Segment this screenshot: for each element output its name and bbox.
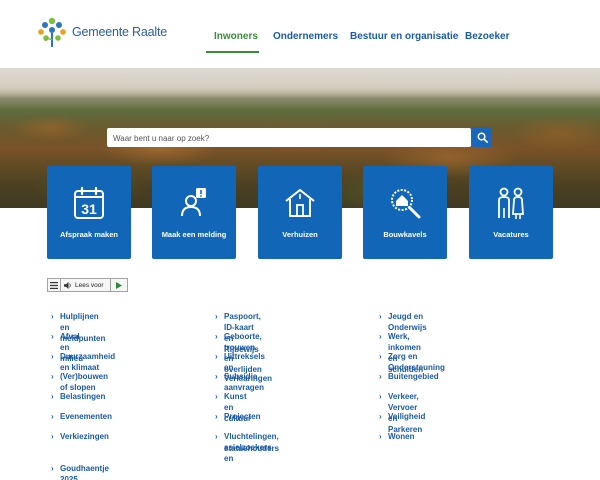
link-item-continuation[interactable]: statushouders [224,443,279,454]
chevron-right-icon: › [379,412,382,421]
chevron-right-icon: › [379,312,382,321]
chevron-right-icon: › [379,352,382,361]
chevron-right-icon: › [379,392,382,401]
tile-label: Maak een melding [161,230,227,239]
calendar-day: 31 [81,201,97,217]
nav-ondernemers[interactable]: Ondernemers [273,31,338,42]
chevron-right-icon: › [215,352,218,361]
site-header: Gemeente Raalte Inwoners Ondernemers Bes… [0,0,600,68]
search-box [107,128,471,148]
readaloud-menu-button[interactable] [48,279,61,291]
chevron-right-icon: › [215,372,218,381]
tile-vacatures[interactable]: Vacatures [469,166,553,259]
link-item[interactable]: › Buitengebied [379,371,439,382]
chevron-right-icon: › [51,332,54,341]
link-item[interactable]: › Projecten [215,411,260,422]
link-item[interactable]: › Evenementen [51,411,112,422]
readaloud-button[interactable]: Lees voor [61,279,111,291]
chevron-right-icon: › [379,332,382,341]
chevron-right-icon: › [51,464,54,473]
chevron-right-icon: › [215,392,218,401]
chevron-right-icon: › [51,372,54,381]
link-item[interactable]: › Jeugd en Onderwijs [379,311,427,333]
speaker-icon [64,281,71,289]
link-item[interactable]: › Wonen [379,431,415,442]
calendar-icon: 31 [47,186,131,222]
search-button[interactable] [472,127,492,147]
chevron-right-icon: › [379,372,382,381]
link-item[interactable]: › Zorg en Ondersteuning [379,351,445,373]
search-input[interactable] [107,129,471,148]
link-item[interactable]: › Belastingen [51,391,105,402]
readaloud-widget: Lees voor [47,278,128,292]
people-icon [469,186,553,222]
nav-bezoeker[interactable]: Bezoeker [465,31,509,42]
chevron-right-icon: › [215,432,218,441]
link-item[interactable]: › Veiligheid [379,411,425,422]
tile-afspraak-maken[interactable]: 31 Afspraak maken [47,166,131,259]
readaloud-label: Lees voor [75,281,104,289]
play-icon [116,281,122,289]
search-icon [477,132,488,143]
nav-inwoners[interactable]: Inwoners [214,31,258,42]
chevron-right-icon: › [215,412,218,421]
tile-label: Verhuizen [282,230,318,239]
chevron-right-icon: › [379,432,382,441]
link-item[interactable]: › Subsidie aanvragen [215,371,264,393]
tile-label: Bouwkavels [383,230,427,239]
report-person-icon [152,186,236,222]
nav-active-indicator [206,51,259,53]
chevron-right-icon: › [51,412,54,421]
link-item[interactable]: › (Ver)bouwen of slopen [51,371,108,393]
link-item[interactable]: › Goudhaentje 2025 [51,463,109,480]
chevron-right-icon: › [51,312,54,321]
link-item[interactable]: › Verkiezingen [51,431,109,442]
tile-label: Afspraak maken [60,230,118,239]
chevron-right-icon: › [51,392,54,401]
link-item[interactable]: › Duurzaamheid en klimaat [51,351,115,373]
magnifier-house-icon [363,186,447,222]
tile-bouwkavels[interactable]: Bouwkavels [363,166,447,259]
tile-verhuizen[interactable]: Verhuizen [258,166,342,259]
menu-icon [50,281,58,289]
tile-maak-een-melding[interactable]: Maak een melding [152,166,236,259]
chevron-right-icon: › [215,332,218,341]
main-nav: Inwoners Ondernemers Bestuur en organisa… [0,31,600,55]
chevron-right-icon: › [215,312,218,321]
tile-label: Vacatures [493,230,529,239]
house-icon [258,186,342,222]
nav-bestuur-en-organisatie[interactable]: Bestuur en organisatie [350,31,458,42]
chevron-right-icon: › [51,432,54,441]
readaloud-play-button[interactable] [111,279,127,291]
chevron-right-icon: › [51,352,54,361]
